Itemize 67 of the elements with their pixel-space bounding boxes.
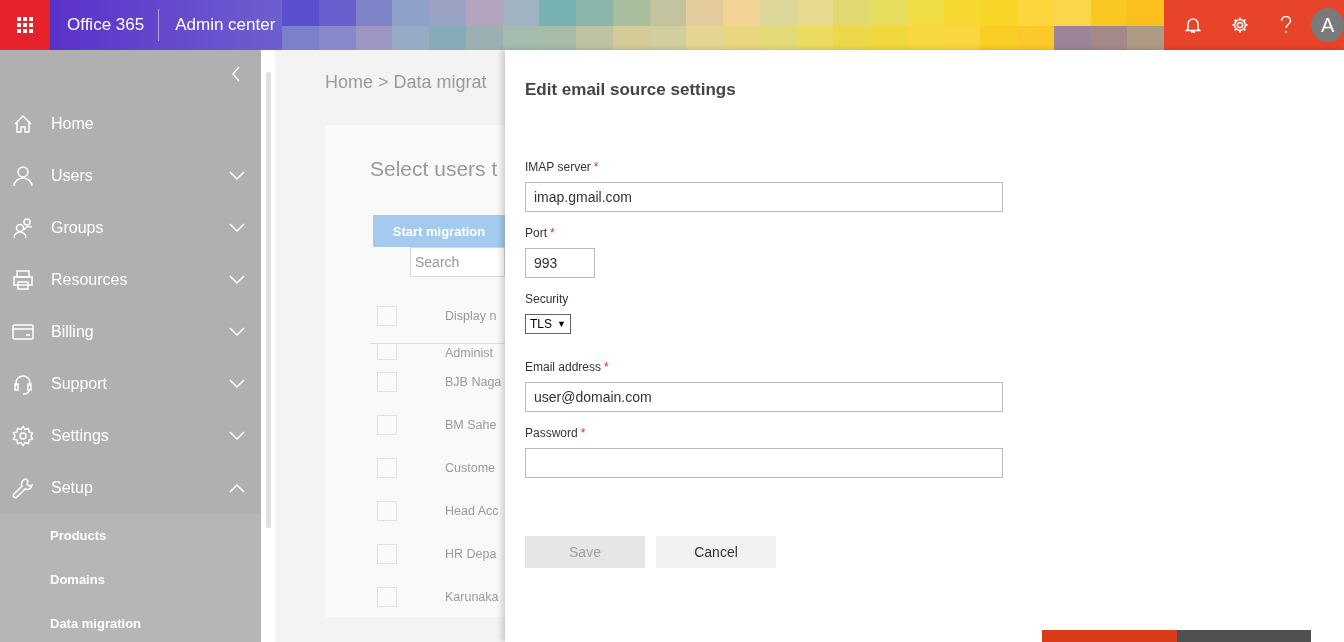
- row-checkbox[interactable]: [377, 371, 397, 392]
- user-name-cell: Custome: [445, 460, 496, 475]
- required-mark: *: [593, 160, 599, 174]
- user-avatar[interactable]: A: [1311, 8, 1344, 42]
- user-name-cell: Karunaka: [445, 589, 499, 604]
- group-icon: [12, 217, 34, 239]
- printer-icon: [12, 269, 34, 291]
- required-mark: *: [604, 360, 609, 374]
- waffle-icon: [17, 17, 33, 33]
- select-all-checkbox[interactable]: [377, 306, 397, 326]
- input-field[interactable]: imap.gmail.com: [525, 182, 1003, 212]
- panel-title: Edit email source settings: [525, 80, 737, 100]
- nav-item[interactable]: Settings: [0, 410, 261, 462]
- app-launcher-button[interactable]: [0, 0, 50, 50]
- user-name-cell: BJB Naga: [445, 374, 502, 389]
- home-icon: [12, 113, 34, 135]
- user-icon: [12, 165, 34, 187]
- card-icon: [12, 321, 34, 343]
- row-checkbox[interactable]: [377, 586, 397, 607]
- row-checkbox[interactable]: [377, 543, 397, 564]
- wrench-icon: [12, 477, 34, 499]
- user-name-cell: BM Sahe: [445, 417, 497, 432]
- scrollbar-thumb[interactable]: [266, 72, 271, 528]
- secondary-button[interactable]: [1177, 630, 1311, 642]
- help-icon: [1279, 16, 1292, 34]
- nav-subitem[interactable]: Domains: [0, 564, 261, 608]
- bell-icon: [1185, 16, 1202, 34]
- start-migration-button[interactable]: Start migration: [373, 215, 505, 247]
- search-field[interactable]: Search: [410, 247, 505, 277]
- input-field[interactable]: 993: [525, 248, 595, 278]
- row-checkbox[interactable]: [377, 414, 397, 435]
- nav-item[interactable]: Groups: [0, 202, 261, 254]
- nav-item[interactable]: Home: [0, 98, 261, 150]
- field-label: Security: [525, 292, 569, 306]
- nav-item[interactable]: Users: [0, 150, 261, 202]
- nav-subitem[interactable]: Data migration: [0, 608, 261, 642]
- user-name-cell: Head Acc: [445, 503, 499, 518]
- action-button[interactable]: [1042, 630, 1177, 642]
- gear-icon: [12, 425, 34, 447]
- user-name-cell: Administ: [445, 346, 493, 360]
- cancel-button[interactable]: Cancel: [656, 536, 776, 568]
- input-field[interactable]: [525, 448, 1003, 478]
- field-label: IMAP server: [525, 160, 591, 174]
- app-title: Admin center: [174, 15, 276, 35]
- nav-item[interactable]: Resources: [0, 254, 261, 306]
- breadcrumb: Home > Data migrat: [325, 72, 487, 93]
- row-checkbox[interactable]: [377, 344, 397, 360]
- row-checkbox[interactable]: [377, 457, 397, 478]
- product-name[interactable]: Office 365: [50, 15, 159, 35]
- collapse-icon[interactable]: [231, 66, 241, 82]
- page-title: Select users t: [370, 157, 498, 181]
- nav-subitem[interactable]: Products: [0, 520, 261, 564]
- required-mark: *: [550, 226, 555, 240]
- nav-item[interactable]: Billing: [0, 306, 261, 358]
- field-label: Password: [525, 426, 578, 440]
- required-mark: *: [580, 426, 586, 440]
- field-label: Port: [525, 226, 547, 240]
- input-field[interactable]: user@domain.com: [525, 382, 1003, 412]
- field-label: Email address: [525, 360, 602, 374]
- security-dropdown[interactable]: TLS ▼: [525, 314, 571, 334]
- nav-item[interactable]: Setup: [0, 462, 261, 514]
- user-name-cell: HR Depa: [445, 546, 497, 561]
- column-header[interactable]: Display n: [445, 309, 497, 323]
- settings-icon: [1230, 16, 1249, 34]
- nav-item[interactable]: Support: [0, 358, 261, 410]
- row-checkbox[interactable]: [377, 500, 397, 521]
- headset-icon: [12, 373, 34, 395]
